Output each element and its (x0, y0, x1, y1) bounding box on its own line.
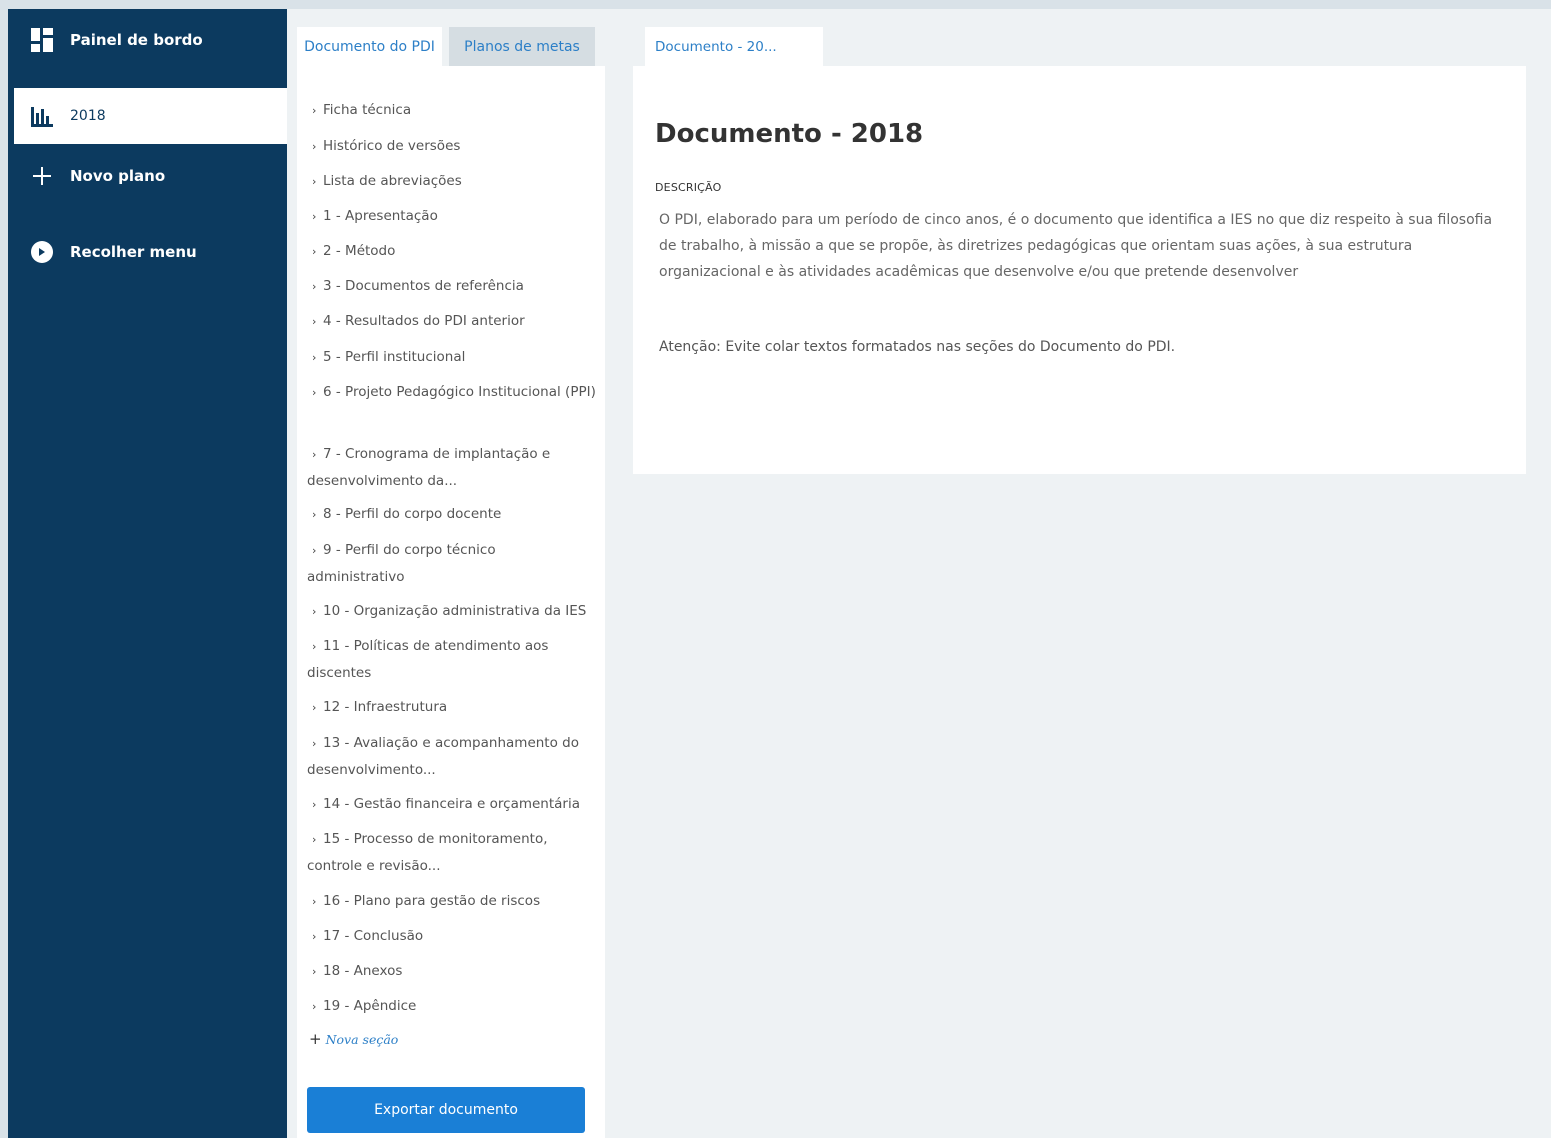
toc-item-label: Ficha técnica (323, 102, 412, 118)
toc-item[interactable]: › 17 - Conclusão (307, 923, 597, 950)
description-label: DESCRIÇÃO (655, 181, 722, 194)
toc-item-label: 11 - Políticas de atendimento aos discen… (307, 638, 549, 681)
plus-icon (30, 164, 54, 188)
toc-item[interactable]: › 4 - Resultados do PDI anterior (307, 308, 597, 335)
toc-item[interactable]: › 6 - Projeto Pedagógico Institucional (P… (307, 379, 597, 406)
sidebar-item-label: 2018 (70, 108, 106, 124)
chevron-right-icon: › (312, 737, 317, 750)
chevron-right-icon: › (312, 140, 317, 153)
toc-item[interactable]: › 7 - Cronograma de implantação e desenvo… (307, 441, 597, 494)
toc-item-label: Lista de abreviações (323, 173, 462, 189)
toc-item[interactable]: › 19 - Apêndice (307, 993, 597, 1020)
chevron-right-icon: › (312, 386, 317, 399)
sidebar: Painel de bordo 2018 Novo plano Recolher… (8, 9, 287, 1138)
toc-item-label: 3 - Documentos de referência (323, 278, 524, 294)
toc-item-label: 8 - Perfil do corpo docente (323, 506, 502, 522)
toc-item[interactable]: › 9 - Perfil do corpo técnico administrat… (307, 537, 597, 590)
toc-item[interactable]: › 2 - Método (307, 238, 597, 265)
chevron-right-icon: › (312, 448, 317, 461)
toc-item[interactable]: › 8 - Perfil do corpo docente (307, 501, 597, 528)
plus-icon: + (309, 1030, 322, 1048)
description-text: O PDI, elaborado para um período de cinc… (659, 212, 1493, 280)
toc-item-label: 5 - Perfil institucional (323, 349, 466, 365)
toc-item-label: 1 - Apresentação (323, 208, 438, 224)
toc-item-label: Histórico de versões (323, 138, 461, 154)
toc-item[interactable]: › 12 - Infraestrutura (307, 694, 597, 721)
sidebar-item-2018[interactable]: 2018 (14, 88, 287, 144)
chevron-right-icon: › (312, 798, 317, 811)
sidebar-item-label: Recolher menu (70, 243, 197, 261)
toc-item[interactable]: › 5 - Perfil institucional (307, 344, 597, 371)
tab-document-pdi[interactable]: Documento do PDI (297, 27, 442, 66)
top-border (0, 0, 1551, 9)
export-document-button[interactable]: Exportar documento (307, 1087, 585, 1133)
toc-item[interactable]: › 11 - Políticas de atendimento aos disce… (307, 633, 597, 686)
toc-item-label: 4 - Resultados do PDI anterior (323, 313, 525, 329)
chevron-right-icon: › (312, 544, 317, 557)
toc-item[interactable]: › Lista de abreviações (307, 168, 597, 195)
toc-item[interactable]: › 16 - Plano para gestão de riscos (307, 888, 597, 915)
toc-item[interactable]: › 10 - Organização administrativa da IES (307, 598, 597, 625)
toc-item-label: 9 - Perfil do corpo técnico administrati… (307, 542, 496, 585)
toc-item[interactable]: › 13 - Avaliação e acompanhamento do dese… (307, 730, 597, 783)
sidebar-item-collapse-menu[interactable]: Recolher menu (8, 224, 287, 280)
toc-item[interactable]: › Ficha técnica (307, 97, 597, 124)
warning-text: Atenção: Evite colar textos formatados n… (659, 339, 1176, 355)
toc-item[interactable]: › 18 - Anexos (307, 958, 597, 985)
chevron-right-icon: › (312, 508, 317, 521)
new-section-label: Nova seção (325, 1032, 399, 1047)
chevron-right-icon: › (312, 965, 317, 978)
dashboard-icon (30, 28, 54, 52)
bar-chart-icon (30, 104, 54, 128)
left-border (0, 0, 8, 1138)
toc-item[interactable]: › 3 - Documentos de referência (307, 273, 597, 300)
toc-item-label: 18 - Anexos (323, 963, 403, 979)
toc-item-label: 2 - Método (323, 243, 396, 259)
chevron-right-icon: › (312, 895, 317, 908)
chevron-right-icon: › (312, 833, 317, 846)
chevron-right-icon: › (312, 930, 317, 943)
chevron-right-icon: › (312, 210, 317, 223)
chevron-right-icon: › (312, 175, 317, 188)
toc-item-label: 15 - Processo de monitoramento, controle… (307, 831, 548, 874)
chevron-right-icon: › (312, 605, 317, 618)
chevron-right-icon: › (312, 1000, 317, 1013)
document-card: Documento - 2018 DESCRIÇÃO O PDI, elabor… (633, 66, 1526, 474)
collapse-icon (30, 240, 54, 264)
document-sections-panel: › Ficha técnica › Histórico de versões › List… (297, 66, 605, 1138)
chevron-right-icon: › (312, 701, 317, 714)
chevron-right-icon: › (312, 245, 317, 258)
toc-item-label: 16 - Plano para gestão de riscos (323, 893, 541, 909)
chevron-right-icon: › (312, 104, 317, 117)
toc-item[interactable]: › 1 - Apresentação (307, 203, 597, 230)
toc-item-label: 13 - Avaliação e acompanhamento do desen… (307, 735, 579, 778)
toc-item-label: 17 - Conclusão (323, 928, 424, 944)
toc-item-label: 19 - Apêndice (323, 998, 417, 1014)
sidebar-item-dashboard[interactable]: Painel de bordo (8, 12, 287, 68)
tab-goal-plans[interactable]: Planos de metas (449, 27, 595, 66)
toc-item-label: 10 - Organização administrativa da IES (323, 603, 587, 619)
chevron-right-icon: › (312, 315, 317, 328)
page-title: Documento - 2018 (655, 119, 924, 149)
toc-item-label: 7 - Cronograma de implantação e desenvol… (307, 446, 551, 489)
chevron-right-icon: › (312, 640, 317, 653)
sidebar-item-label: Painel de bordo (70, 31, 203, 49)
chevron-right-icon: › (312, 280, 317, 293)
chevron-right-icon: › (312, 351, 317, 364)
toc-item-label: 14 - Gestão financeira e orçamentária (323, 796, 580, 812)
new-section-link[interactable]: + Nova seção (309, 1030, 398, 1048)
toc-item-label: 6 - Projeto Pedagógico Institucional (PP… (323, 384, 596, 400)
toc-item-label: 12 - Infraestrutura (323, 699, 448, 715)
sidebar-item-new-plan[interactable]: Novo plano (8, 148, 287, 204)
toc-item[interactable]: › 15 - Processo de monitoramento, control… (307, 826, 597, 879)
sidebar-item-label: Novo plano (70, 167, 166, 185)
toc-item[interactable]: › 14 - Gestão financeira e orçamentária (307, 791, 597, 818)
toc-item[interactable]: › Histórico de versões (307, 133, 597, 160)
tab-document-2018[interactable]: Documento - 20... (645, 27, 823, 66)
